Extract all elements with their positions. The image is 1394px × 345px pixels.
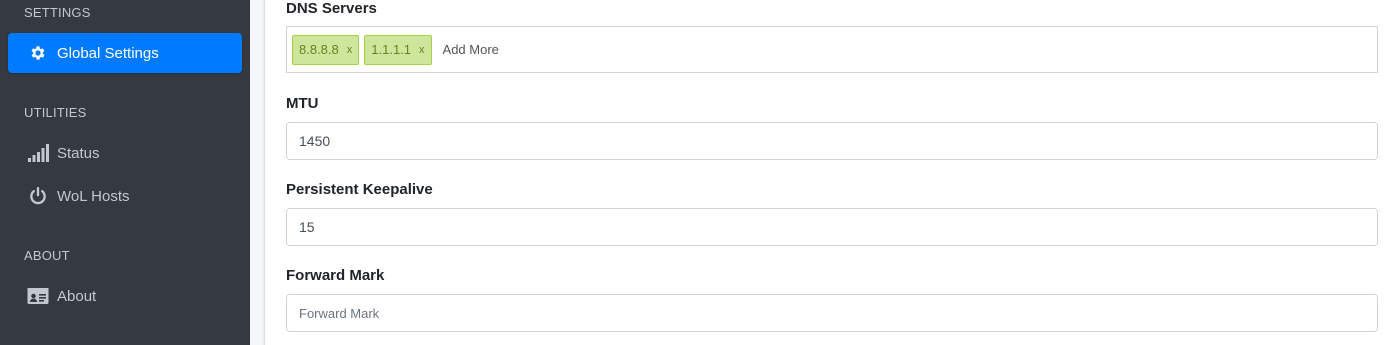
sidebar-item-label: Status (57, 144, 100, 162)
remove-tag-button[interactable]: x (347, 44, 353, 56)
power-icon (27, 185, 49, 207)
nav-header-settings: SETTINGS (24, 5, 91, 20)
dns-tag: 1.1.1.1 x (364, 34, 432, 65)
remove-tag-button[interactable]: x (419, 44, 425, 56)
nav-header-utilities: UTILITIES (24, 105, 87, 120)
signal-icon (27, 142, 49, 164)
dns-tag-value: 8.8.8.8 (299, 42, 339, 57)
sidebar-item-status[interactable]: Status (8, 133, 242, 173)
dns-tag-value: 1.1.1.1 (371, 42, 412, 57)
sidebar: SETTINGS Global Settings UTILITIES Statu… (0, 0, 250, 345)
sidebar-item-label: About (57, 287, 97, 305)
sidebar-item-label: Global Settings (57, 44, 159, 62)
dns-servers-input[interactable]: 8.8.8.8 x 1.1.1.1 x Add More (286, 26, 1378, 73)
mtu-input[interactable]: 1450 (286, 122, 1378, 160)
sidebar-item-global-settings[interactable]: Global Settings (8, 33, 242, 73)
persistent-keepalive-label: Persistent Keepalive (286, 181, 433, 198)
dns-servers-label: DNS Servers (286, 0, 377, 17)
sidebar-item-label: WoL Hosts (57, 187, 130, 205)
persistent-keepalive-input[interactable]: 15 (286, 208, 1378, 246)
keepalive-value: 15 (299, 219, 315, 235)
add-more-placeholder[interactable]: Add More (443, 42, 499, 57)
id-card-icon (27, 285, 49, 307)
dns-tag: 8.8.8.8 x (292, 34, 360, 65)
mtu-value: 1450 (299, 133, 331, 149)
mtu-label: MTU (286, 95, 319, 112)
gear-icon (27, 42, 49, 64)
sidebar-item-wol-hosts[interactable]: WoL Hosts (8, 176, 242, 216)
forward-mark-input[interactable]: Forward Mark (286, 294, 1378, 332)
forward-mark-placeholder: Forward Mark (299, 305, 380, 321)
forward-mark-label: Forward Mark (286, 267, 385, 284)
sidebar-item-about[interactable]: About (8, 276, 242, 316)
nav-header-about: ABOUT (24, 248, 70, 263)
